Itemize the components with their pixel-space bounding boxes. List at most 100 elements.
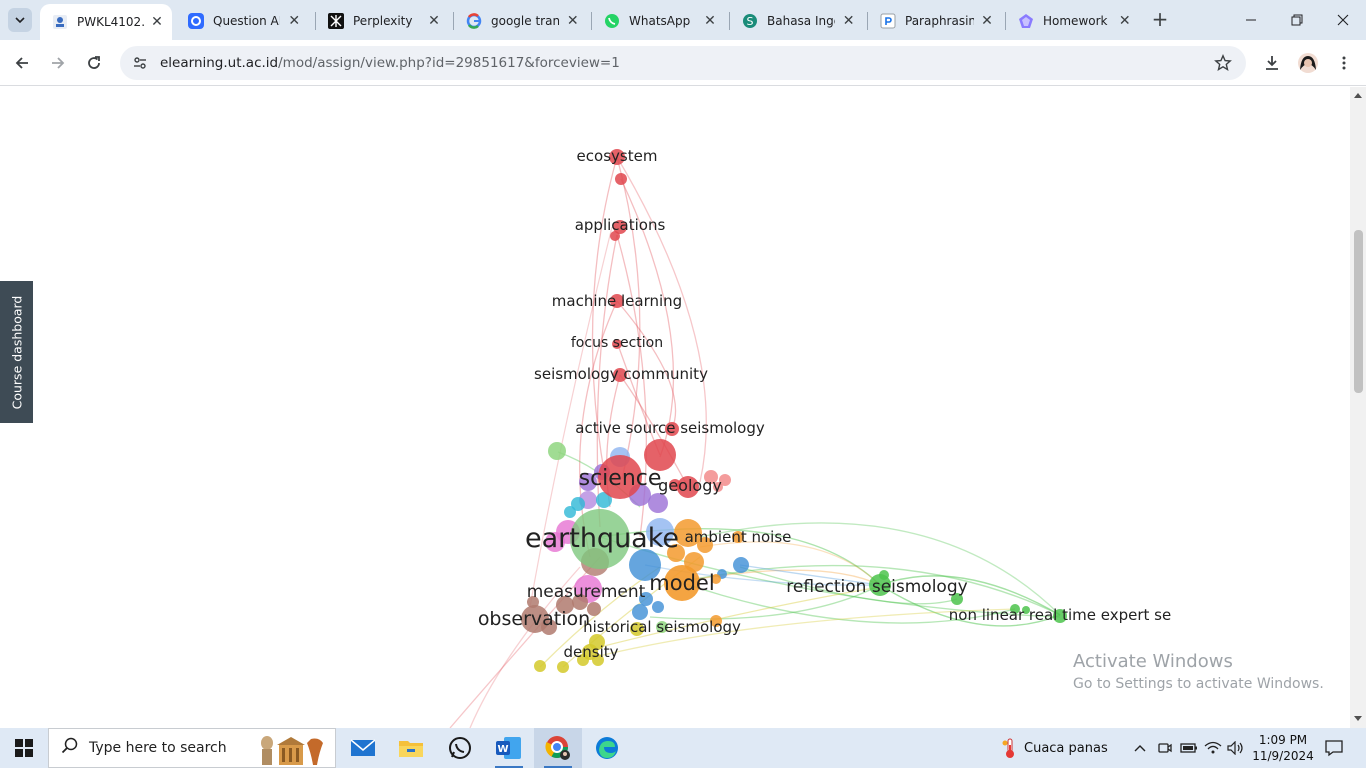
close-window-button[interactable] [1320,6,1366,34]
scroll-thumb[interactable] [1354,230,1363,393]
label-seismology-community: seismology community [534,365,708,383]
menu-button[interactable] [1330,49,1358,77]
taskbar-whatsapp[interactable] [436,728,484,768]
tab-paraphrasing[interactable]: Paraphrasing ✕ [868,6,1002,36]
close-icon[interactable]: ✕ [286,13,302,29]
tab-title: PWKL4102.4 [77,15,144,29]
svg-text:S: S [747,15,754,28]
bookmark-star-icon[interactable] [1214,54,1232,76]
restore-icon [1291,14,1303,26]
node[interactable] [548,442,566,460]
network-edges [449,156,1061,728]
label-science: science [579,466,662,491]
meet-now-icon[interactable] [1155,728,1175,768]
search-highlight-illustration-icon [253,731,331,771]
homework-icon [1018,13,1034,29]
url-path: /mod/assign/view.php?id=29851617&forcevi… [278,55,620,71]
new-tab-button[interactable]: + [1148,8,1172,32]
edge-icon [596,737,618,759]
start-button[interactable] [0,728,48,768]
tab-bahasa-inggris[interactable]: S Bahasa Ingg ✕ [730,6,864,36]
tab-google-translate[interactable]: google trans ✕ [454,6,588,36]
tab-title: Bahasa Ingg [767,14,836,28]
taskbar-mail[interactable] [339,728,387,768]
node[interactable] [733,557,749,573]
tab-title: Question AI [213,14,281,28]
node[interactable] [652,601,664,613]
chevron-up-icon[interactable] [1130,728,1150,768]
taskbar-chrome[interactable] [534,728,582,768]
clock-date: 11/9/2024 [1252,749,1314,763]
close-icon[interactable]: ✕ [702,13,718,29]
close-icon[interactable]: ✕ [150,14,164,30]
taskbar-file-explorer[interactable] [387,728,435,768]
label-geology: geology [658,476,722,495]
node[interactable] [534,660,546,672]
tab-search-button[interactable] [8,8,32,32]
battery-icon[interactable] [1179,728,1199,768]
tab-question-ai[interactable]: Question AI ✕ [176,6,310,36]
scroll-up-arrow-icon[interactable] [1354,93,1362,98]
label-reflection-seismology: reflection seismology [786,577,967,597]
node[interactable] [615,173,627,185]
node[interactable] [564,506,576,518]
weather-text[interactable]: Cuaca panas [1024,728,1116,768]
back-button[interactable] [8,49,36,77]
label-applications: applications [575,216,666,234]
minimize-button[interactable] [1228,6,1274,34]
restore-button[interactable] [1274,6,1320,34]
label-non-linear: non linear real time expert se [949,606,1171,624]
reload-icon [88,56,100,69]
node[interactable] [648,493,668,513]
label-model: model [649,571,714,595]
tab-pwkl[interactable]: PWKL4102.4 ✕ [40,4,172,40]
folder-icon [399,741,423,757]
tab-whatsapp[interactable]: WhatsApp ✕ [592,6,726,36]
label-active-source-seismology: active source seismology [575,419,765,437]
arrow-right-icon [52,57,65,69]
site-info-icon[interactable] [128,51,152,75]
close-icon[interactable]: ✕ [1118,13,1132,29]
tab-title: Perplexity [353,14,413,28]
avatar-icon [1298,53,1318,73]
taskbar-search[interactable]: Type here to search [48,728,336,768]
bibliometric-network-map: ecosystem applications machine learning … [449,147,1171,728]
tab-title: WhatsApp [629,14,691,28]
page-content: ecosystem applications machine learning … [0,87,1350,728]
profile-avatar[interactable] [1294,49,1322,77]
address-bar[interactable]: elearning.ut.ac.id/mod/assign/view.php?i… [120,46,1246,80]
weather-icon[interactable] [1000,728,1020,768]
taskbar-edge[interactable] [583,728,631,768]
volume-icon[interactable] [1226,728,1246,768]
close-icon[interactable]: ✕ [980,13,994,29]
tab-homework[interactable]: Homework S ✕ [1006,6,1140,36]
activate-title: Activate Windows [1073,651,1233,672]
notification-center-icon[interactable] [1320,728,1348,768]
tab-title: Homework S [1043,14,1112,28]
minimize-icon [1246,19,1256,21]
node[interactable] [557,661,569,673]
close-icon[interactable]: ✕ [841,13,856,29]
tab-title: Paraphrasing [905,14,974,28]
mail-icon [351,739,375,756]
scroll-down-arrow-icon[interactable] [1354,716,1362,721]
whatsapp-icon [449,737,471,759]
forward-button[interactable] [44,49,72,77]
wifi-icon[interactable] [1203,728,1223,768]
close-icon[interactable]: ✕ [426,13,442,29]
reload-button[interactable] [80,49,108,77]
course-dashboard-tab[interactable]: Course dashboard [0,281,33,423]
taskbar-clock[interactable]: 1:09 PM 11/9/2024 [1248,732,1318,764]
url-domain: elearning.ut.ac.id [160,55,279,71]
taskbar-word[interactable]: W [485,728,533,768]
url-text: elearning.ut.ac.id/mod/assign/view.php?i… [160,55,620,71]
activate-windows-watermark: Activate Windows Go to Settings to activ… [1073,651,1324,692]
vertical-scrollbar[interactable] [1350,87,1366,728]
tab-perplexity[interactable]: Perplexity ✕ [316,6,450,36]
downloads-button[interactable] [1258,49,1286,77]
browser-tab-strip: PWKL4102.4 ✕ Question AI ✕ Perplexity ✕ … [0,0,1366,40]
close-icon[interactable]: ✕ [565,13,580,29]
google-icon [466,13,482,29]
search-icon [61,737,79,759]
windows-logo-icon [15,739,33,757]
